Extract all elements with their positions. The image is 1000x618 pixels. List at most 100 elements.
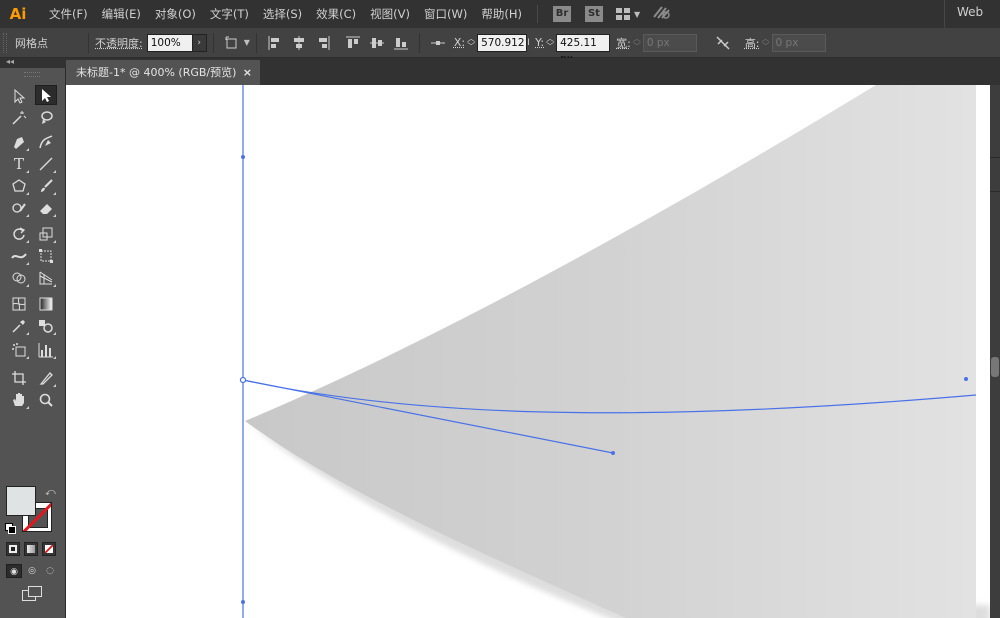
hand-tool-icon[interactable] (8, 390, 30, 410)
scale-tool-icon[interactable] (35, 224, 57, 244)
align-left-icon[interactable] (267, 35, 283, 51)
opacity-label[interactable]: 不透明度: (95, 35, 143, 51)
artboard-tool-icon[interactable] (8, 368, 30, 388)
y-input[interactable]: 425.11 px (556, 33, 611, 65)
height-input[interactable]: 0 px (771, 33, 826, 52)
anchor-point[interactable] (964, 377, 968, 381)
change-screen-mode-icon[interactable] (22, 586, 42, 602)
align-bottom-icon[interactable] (393, 35, 409, 51)
lasso-tool-icon[interactable] (35, 108, 57, 128)
default-fill-stroke-icon[interactable] (5, 523, 16, 534)
anchor-point[interactable] (241, 600, 245, 604)
color-mode-row (6, 542, 56, 556)
opacity-dropdown[interactable]: › (192, 33, 207, 52)
handle-point[interactable] (611, 451, 615, 455)
curvature-tool-icon[interactable] (35, 132, 57, 152)
align-vertical-center-icon[interactable] (369, 35, 385, 51)
artwork (239, 85, 990, 618)
align-top-icon[interactable] (345, 35, 361, 51)
menu-select[interactable]: 选择(S) (256, 0, 309, 28)
rotate-tool-icon[interactable] (8, 224, 30, 244)
chevron-down-icon[interactable]: ▼ (244, 38, 250, 47)
document-tab[interactable]: 未标题-1* @ 400% (RGB/预览) × (66, 60, 260, 85)
width-tool-icon[interactable] (8, 246, 30, 266)
pen-tool-icon[interactable] (8, 132, 30, 152)
x-input[interactable]: 570.912 (477, 33, 528, 52)
tools-panel: T ⤺ ◉ ◎ ◌ (0, 68, 66, 618)
close-icon[interactable]: × (243, 60, 252, 85)
gpu-performance-icon[interactable] (652, 4, 672, 24)
eraser-tool-icon[interactable] (35, 198, 57, 218)
free-transform-tool-icon[interactable] (35, 246, 57, 266)
menu-type[interactable]: 文字(T) (203, 0, 256, 28)
direct-selection-tool-icon[interactable] (35, 85, 57, 105)
fill-swatch[interactable] (6, 486, 36, 516)
scroll-thumb[interactable] (991, 357, 999, 377)
menu-edit[interactable]: 编辑(E) (95, 0, 148, 28)
zoom-tool-icon[interactable] (35, 390, 57, 410)
gradient-mode-button[interactable] (24, 542, 38, 556)
gradient-tool-icon[interactable] (35, 294, 57, 314)
width-label: 宽: (616, 36, 631, 50)
reference-point-icon[interactable] (430, 35, 446, 51)
menu-file[interactable]: 文件(F) (42, 0, 95, 28)
none-mode-button[interactable] (42, 542, 56, 556)
draw-behind-icon[interactable]: ◎ (24, 564, 40, 578)
toolbar-header[interactable]: ◂◂ (0, 57, 66, 68)
panel-grip[interactable] (24, 72, 40, 77)
blend-tool-icon[interactable] (35, 316, 57, 336)
gray-mesh-shape[interactable] (245, 85, 976, 618)
menu-help[interactable]: 帮助(H) (474, 0, 529, 28)
height-stepper[interactable]: ︿ ﹀ (760, 34, 772, 52)
swap-fill-stroke-icon[interactable]: ⤺ (45, 487, 56, 498)
constrain-proportions-icon[interactable] (715, 35, 731, 51)
symbol-sprayer-tool-icon[interactable] (8, 340, 30, 360)
align-right-icon[interactable] (315, 35, 331, 51)
menu-separator (536, 5, 538, 23)
width-stepper[interactable]: ︿ ﹀ (631, 34, 643, 52)
artboard-canvas[interactable] (66, 85, 990, 618)
type-tool-icon[interactable]: T (8, 154, 30, 174)
opacity-input[interactable]: 100% (146, 33, 193, 52)
draw-inside-icon[interactable]: ◌ (42, 564, 58, 578)
perspective-grid-tool-icon[interactable] (35, 268, 57, 288)
arrange-documents-icon[interactable] (615, 8, 630, 20)
mesh-tool-icon[interactable] (8, 294, 30, 314)
polygon-tool-icon[interactable] (8, 176, 30, 196)
line-segment-tool-icon[interactable] (35, 154, 57, 174)
menu-effect[interactable]: 效果(C) (309, 0, 363, 28)
illustrator-window: Ai 文件(F) 编辑(E) 对象(O) 文字(T) 选择(S) 效果(C) 视… (0, 0, 1000, 618)
align-horizontal-center-icon[interactable] (291, 35, 307, 51)
control-bar: 网格点 不透明度: 100% › ▼ X: ︿ ﹀ 570.912 I Y: ︿ ﹀… (0, 28, 1000, 65)
anchor-point[interactable] (241, 155, 245, 159)
document-setup-icon[interactable] (224, 35, 240, 51)
stock-button[interactable]: St (584, 6, 603, 22)
menu-object[interactable]: 对象(O) (148, 0, 203, 28)
shaper-tool-icon[interactable] (8, 198, 30, 218)
menu-view[interactable]: 视图(V) (363, 0, 417, 28)
color-mode-button[interactable] (6, 542, 20, 556)
collapse-icon[interactable]: ◂◂ (6, 57, 14, 66)
chevron-down-icon[interactable]: ▼ (634, 10, 640, 19)
anchor-point-selected[interactable] (239, 376, 247, 384)
slice-tool-icon[interactable] (35, 368, 57, 388)
selection-tool-icon[interactable] (8, 86, 30, 106)
shape-builder-tool-icon[interactable] (8, 268, 30, 288)
bridge-button[interactable]: Br (552, 6, 571, 22)
y-stepper[interactable]: ︿ ﹀ (544, 34, 556, 52)
divider (88, 32, 89, 53)
workspace-switcher[interactable]: Web (944, 0, 1000, 28)
magic-wand-tool-icon[interactable] (8, 108, 30, 128)
column-graph-tool-icon[interactable] (35, 340, 57, 360)
eyedropper-tool-icon[interactable] (8, 316, 30, 336)
x-stepper[interactable]: ︿ ﹀ (465, 34, 477, 52)
width-input[interactable]: 0 px (642, 33, 697, 52)
app-logo: Ai (9, 5, 27, 23)
drawing-modes: ◉ ◎ ◌ (6, 564, 58, 578)
x-unit-cursor: I (527, 37, 530, 48)
panel-grip[interactable] (3, 32, 7, 53)
draw-normal-icon[interactable]: ◉ (6, 564, 22, 578)
vertical-scrollbar[interactable] (990, 85, 1000, 618)
menu-window[interactable]: 窗口(W) (417, 0, 474, 28)
paintbrush-tool-icon[interactable] (35, 176, 57, 196)
